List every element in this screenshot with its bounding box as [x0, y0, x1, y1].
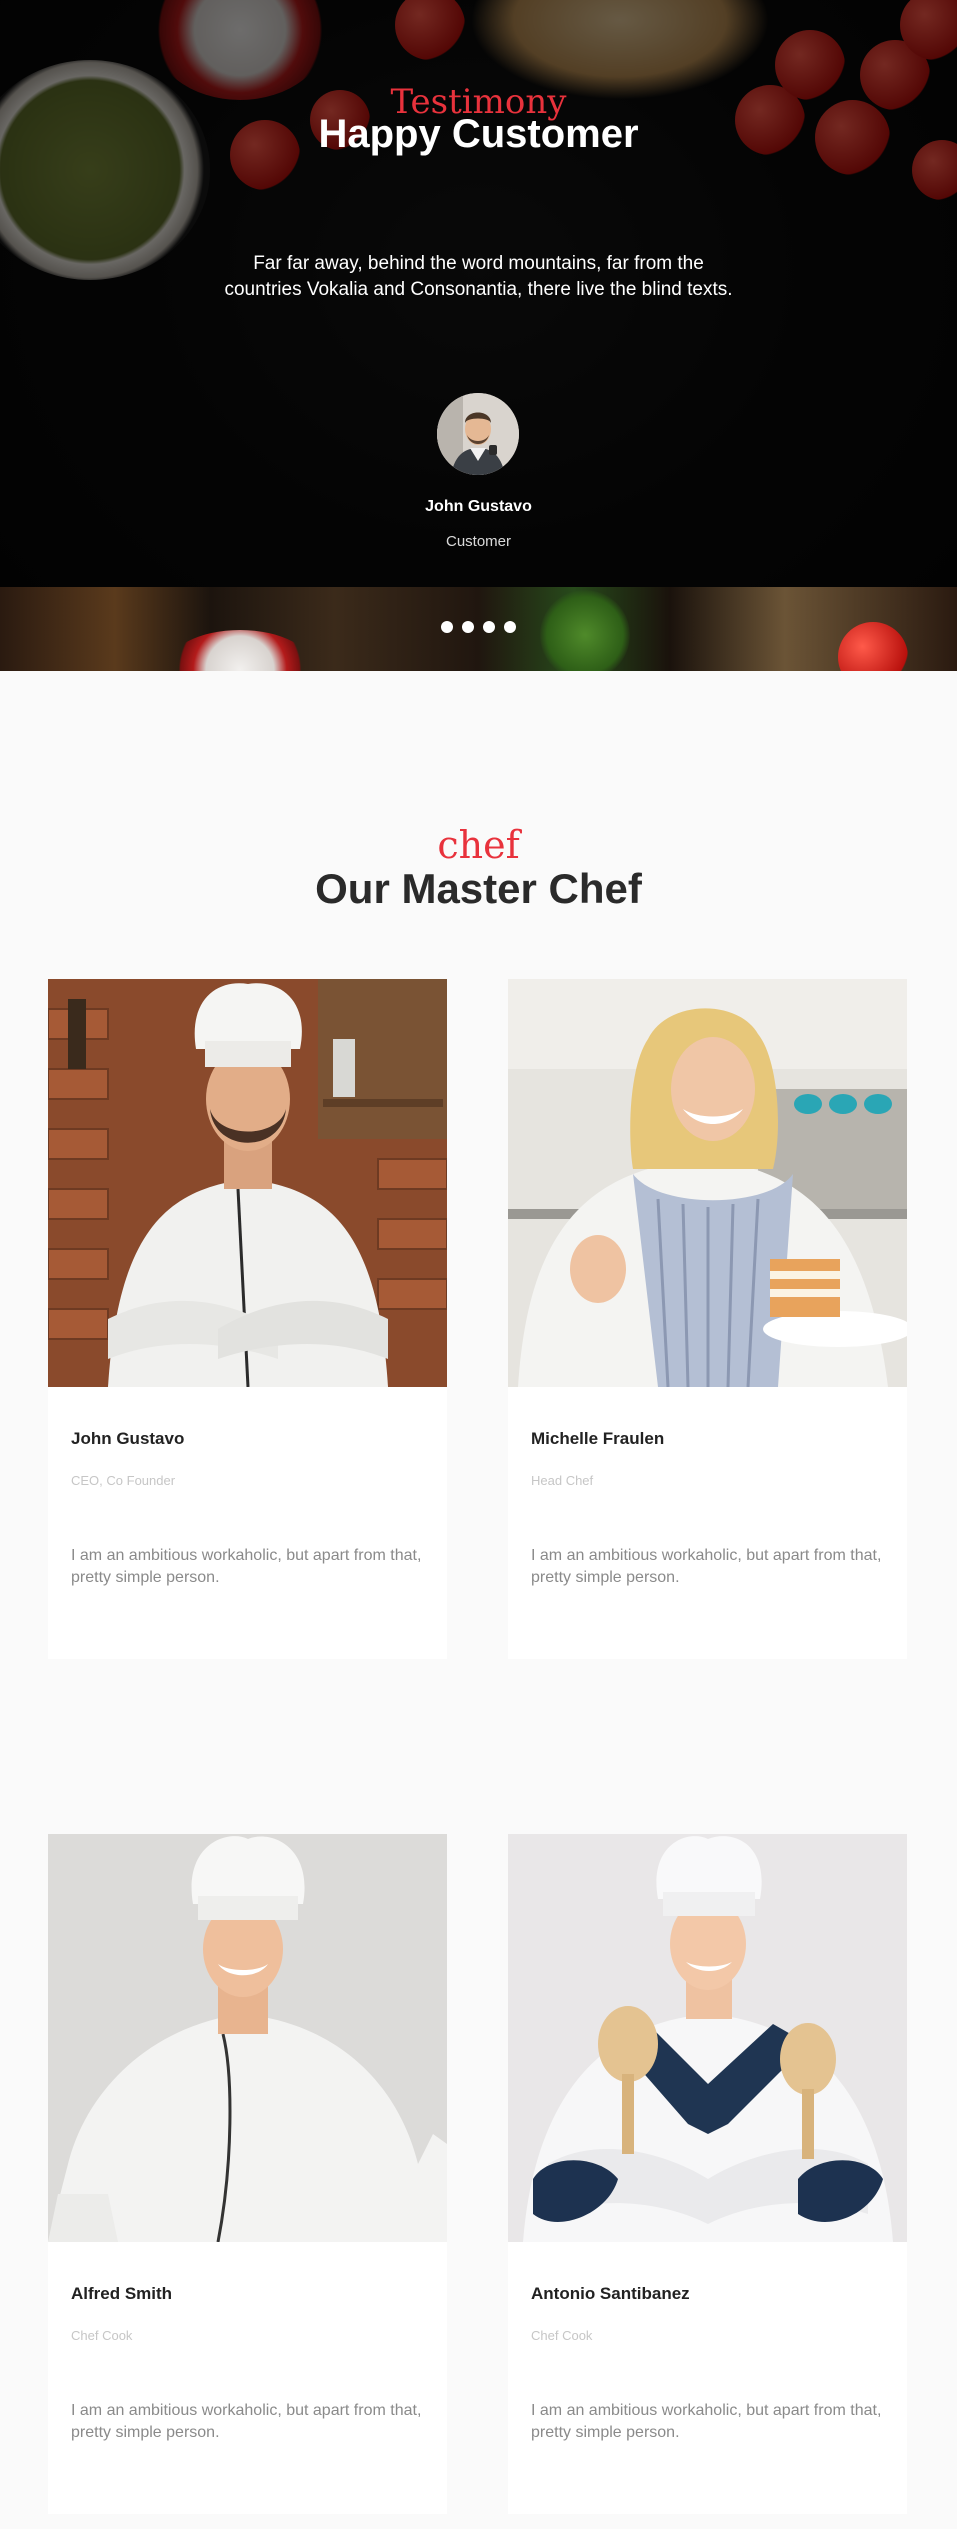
customer-name: John Gustavo [425, 498, 532, 515]
chef-photo [48, 1834, 447, 2242]
carousel-dot-1[interactable] [441, 621, 453, 633]
carousel-dot-4[interactable] [504, 621, 516, 633]
chef-name: Michelle Fraulen [531, 1429, 665, 1448]
testimonial-quote: Far far away, behind the word mountains,… [224, 253, 733, 300]
chef-bio: I am an ambitious workaholic, but apart … [531, 2402, 882, 2441]
chef-card: Antonio Santibanez Chef Cook I am an amb… [508, 1834, 907, 2514]
customer-role: Customer [445, 533, 512, 550]
chef-position: Chef Cook [71, 2328, 133, 2343]
chef-name: Alfred Smith [71, 2284, 173, 2303]
chef-bio: I am an ambitious workaholic, but apart … [71, 1547, 422, 1586]
chef-subtitle: chef [437, 823, 520, 867]
testimony-section: Testimony Happy Customer Far far away, b… [0, 0, 957, 671]
chef-photo [508, 979, 907, 1387]
chef-photo [508, 1834, 907, 2242]
chef-bio: I am an ambitious workaholic, but apart … [71, 2402, 422, 2441]
customer-avatar [437, 393, 519, 475]
carousel-dot-2[interactable] [462, 621, 474, 633]
chef-photo [48, 979, 447, 1387]
chef-name: Antonio Santibanez [531, 2284, 690, 2303]
chef-card: Michelle Fraulen Head Chef I am an ambit… [508, 979, 907, 1659]
carousel-dots [441, 621, 516, 633]
chef-card: John Gustavo CEO, Co Founder I am an amb… [48, 979, 447, 1659]
chef-card: Alfred Smith Chef Cook I am an ambitious… [48, 1834, 447, 2514]
carousel-dot-3[interactable] [483, 621, 495, 633]
chef-position: CEO, Co Founder [71, 1473, 176, 1488]
chef-section-title: Our Master Chef [315, 865, 642, 912]
testimony-title: Happy Customer [318, 112, 639, 156]
chef-position: Head Chef [531, 1473, 594, 1488]
chef-name: John Gustavo [71, 1429, 185, 1448]
chef-bio: I am an ambitious workaholic, but apart … [531, 1547, 882, 1586]
chef-position: Chef Cook [531, 2328, 593, 2343]
